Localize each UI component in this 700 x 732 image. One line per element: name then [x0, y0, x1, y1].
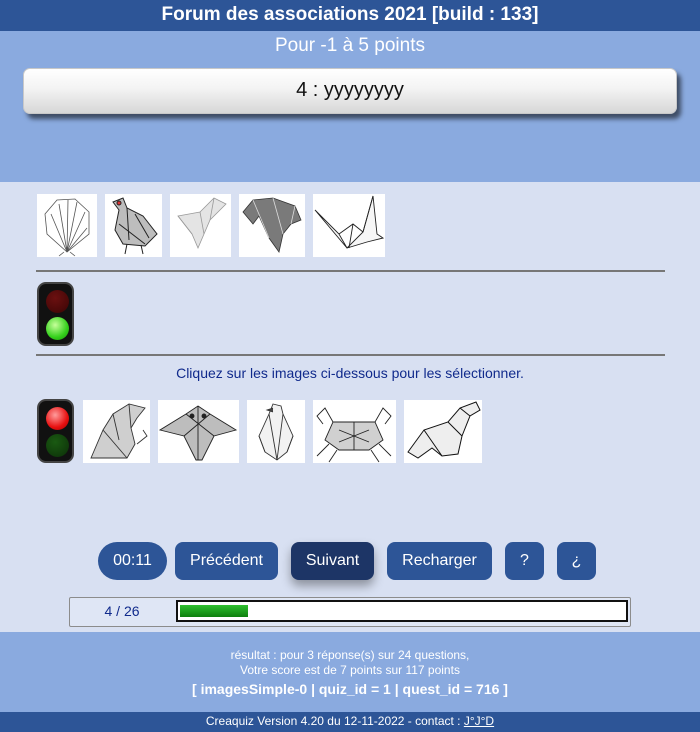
previous-button[interactable]: Précédent [175, 542, 278, 580]
version-bar: Creaquiz Version 4.20 du 12-11-2022 - co… [0, 712, 700, 732]
result-line-1: résultat : pour 3 réponse(s) sur 24 ques… [230, 648, 470, 662]
points-range: Pour -1 à 5 points [275, 35, 425, 56]
seal-origami-image [407, 401, 481, 459]
green-lamp-on [46, 317, 69, 340]
app-title: Forum des associations 2021 [build : 133… [161, 4, 539, 25]
crane-origami-image [314, 195, 385, 249]
question-text: 4 : yyyyyyyy [23, 68, 677, 114]
turkey-origami-image [112, 197, 158, 255]
green-lamp-off [46, 434, 69, 457]
timer-button[interactable]: 00:11 [98, 542, 167, 580]
instruction-text: Cliquez sur les images ci-dessous pour l… [176, 365, 524, 381]
result-line-2: Votre score est de 7 points sur 117 poin… [240, 663, 460, 677]
help-button[interactable]: ? [505, 542, 544, 580]
penguin-origami-image [258, 403, 294, 461]
beaver-origami-image [90, 403, 148, 459]
progress-bar [176, 600, 628, 622]
traffic-light-status-red [37, 399, 74, 463]
divider-top [36, 270, 665, 272]
choice-image-beaver[interactable] [83, 400, 150, 463]
choice-image-crab[interactable] [313, 400, 396, 463]
owl-origami-image [158, 405, 238, 461]
selected-image-dove[interactable] [170, 194, 231, 257]
progress-label: 4 / 26 [104, 603, 140, 619]
question-header: Pour -1 à 5 points 4 : yyyyyyyy [0, 31, 700, 182]
version-text: Creaquiz Version 4.20 du 12-11-2022 - co… [205, 714, 464, 728]
contact-link[interactable]: J°J°D [464, 714, 494, 728]
traffic-light-status-green [37, 282, 74, 346]
selected-image-peacock[interactable] [37, 194, 97, 257]
choice-image-seal[interactable] [404, 400, 482, 463]
result-line-3: [ imagesSimple-0 | quiz_id = 1 | quest_i… [192, 681, 508, 697]
choice-image-owl[interactable] [158, 400, 239, 463]
red-lamp-on [46, 407, 69, 430]
choice-image-penguin[interactable] [247, 400, 305, 463]
progress-bar-fill [180, 605, 248, 617]
divider-bottom [36, 354, 665, 356]
selected-image-turkey[interactable] [105, 194, 162, 257]
selected-image-elephant[interactable] [239, 194, 305, 257]
app-title-bar: Forum des associations 2021 [build : 133… [0, 0, 700, 31]
progress-panel: 4 / 26 [69, 597, 631, 627]
crab-origami-image [316, 407, 392, 463]
dove-origami-image [177, 197, 227, 250]
results-footer: résultat : pour 3 réponse(s) sur 24 ques… [0, 632, 700, 712]
selected-image-crane[interactable] [313, 194, 385, 257]
red-lamp-off [46, 290, 69, 313]
next-button[interactable]: Suivant [291, 542, 374, 580]
inverted-help-button[interactable]: ¿ [557, 542, 596, 580]
elephant-origami-image [242, 197, 302, 253]
reload-button[interactable]: Recharger [387, 542, 492, 580]
peacock-origami-image [44, 198, 90, 257]
